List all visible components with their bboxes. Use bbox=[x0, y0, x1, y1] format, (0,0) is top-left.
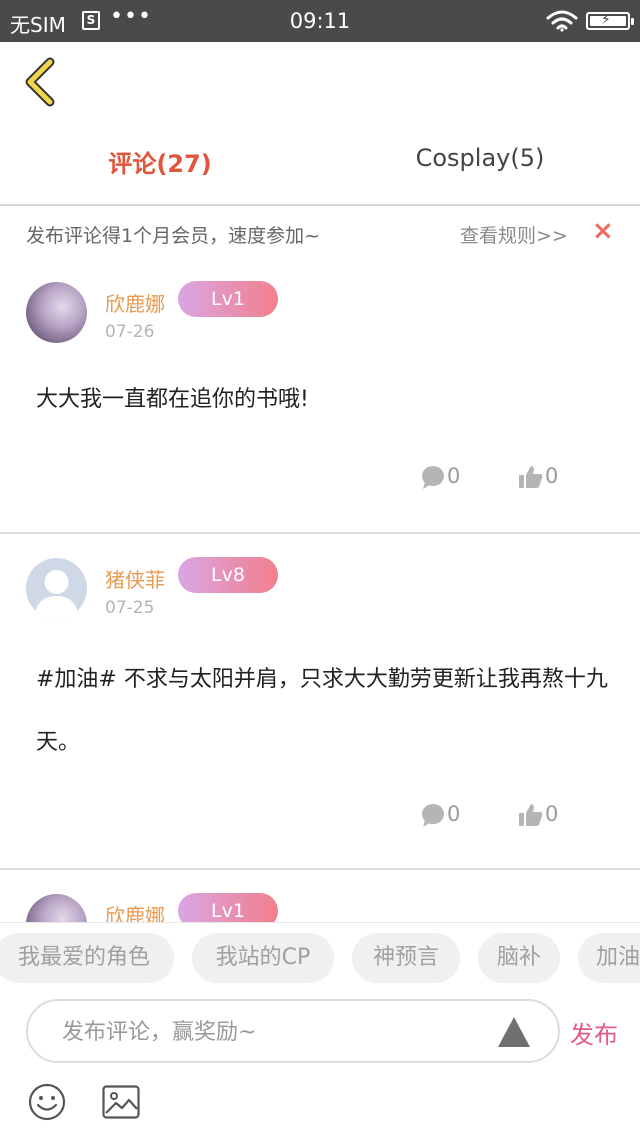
tab-comments[interactable]: 评论(27) bbox=[0, 144, 320, 179]
comment-text: #加油# 不求与太阳并肩，只求大大勤劳更新让我再熬十九天。 bbox=[36, 667, 608, 755]
comment-actions: 0 0 bbox=[420, 800, 620, 830]
reply-count: 0 bbox=[447, 464, 461, 488]
comment-date: 07-25 bbox=[105, 598, 155, 618]
comment-input[interactable] bbox=[62, 1015, 482, 1049]
tab-bar: 评论(27) Cosplay(5) bbox=[0, 120, 640, 206]
view-rules-link[interactable]: 查看规则>> bbox=[460, 221, 568, 248]
comment-text: 大大我一直都在追你的书哦! bbox=[36, 387, 309, 412]
level-badge: Lv1 bbox=[178, 281, 278, 317]
close-icon[interactable]: × bbox=[592, 216, 614, 246]
reply-count: 0 bbox=[447, 802, 461, 826]
image-icon bbox=[102, 1085, 140, 1119]
notice-text: 发布评论得1个月会员，速度参加~ bbox=[26, 225, 321, 247]
comment-item: 欣鹿娜 Lv1 07-26 大大我一直都在追你的书哦! 0 0 bbox=[0, 258, 640, 534]
status-bar: 无SIM S ••• 09:11 ⚡ bbox=[0, 0, 640, 42]
image-button[interactable] bbox=[102, 1085, 140, 1119]
comment-actions: 0 0 bbox=[420, 462, 620, 492]
comments-page: 无SIM S ••• 09:11 ⚡ 评论(27) Cosplay(5) 发布评… bbox=[0, 0, 640, 1138]
comment-bubble-icon bbox=[422, 804, 444, 827]
clock-time: 09:11 bbox=[289, 9, 351, 33]
topic-chip[interactable]: 加油 bbox=[578, 933, 640, 983]
like-count: 0 bbox=[545, 802, 559, 826]
smiley-icon bbox=[28, 1083, 66, 1121]
thumbs-up-icon bbox=[519, 466, 543, 488]
comment-bubble-icon bbox=[422, 466, 444, 489]
comment-item: 猪侠菲 Lv8 07-25 #加油# 不求与太阳并肩，只求大大勤劳更新让我再熬十… bbox=[0, 534, 640, 870]
comment-input-box[interactable] bbox=[26, 999, 560, 1063]
chevron-left-icon bbox=[25, 57, 55, 107]
like-count: 0 bbox=[545, 464, 559, 488]
comment-username[interactable]: 猪侠菲 bbox=[105, 564, 165, 593]
back-button[interactable] bbox=[22, 56, 62, 108]
avatar[interactable] bbox=[26, 558, 87, 619]
comment-username[interactable]: 欣鹿娜 bbox=[105, 288, 165, 317]
avatar[interactable] bbox=[26, 282, 87, 343]
level-badge: Lv8 bbox=[178, 557, 278, 593]
emoji-button[interactable] bbox=[28, 1083, 66, 1121]
default-avatar-icon bbox=[34, 570, 79, 619]
comment-input-panel: 我最爱的角色 我站的CP 神预言 脑补 加油 发布 bbox=[0, 922, 640, 1138]
wifi-icon bbox=[546, 10, 578, 32]
battery-charging-icon: ⚡ bbox=[586, 12, 634, 30]
topic-chip[interactable]: 神预言 bbox=[352, 933, 460, 983]
triangle-send-icon[interactable] bbox=[498, 1017, 530, 1047]
topic-chip[interactable]: 我最爱的角色 bbox=[0, 933, 174, 983]
topic-chip[interactable]: 脑补 bbox=[478, 933, 560, 983]
topic-chip[interactable]: 我站的CP bbox=[192, 933, 334, 983]
thumbs-up-icon bbox=[519, 804, 543, 826]
tab-cosplay[interactable]: Cosplay(5) bbox=[320, 144, 640, 172]
comment-date: 07-26 bbox=[105, 322, 155, 342]
topic-chips: 我最爱的角色 我站的CP 神预言 脑补 加油 bbox=[0, 933, 640, 985]
publish-button[interactable]: 发布 bbox=[570, 1015, 618, 1050]
promo-notice: 发布评论得1个月会员，速度参加~ 查看规则>> × bbox=[0, 206, 640, 258]
